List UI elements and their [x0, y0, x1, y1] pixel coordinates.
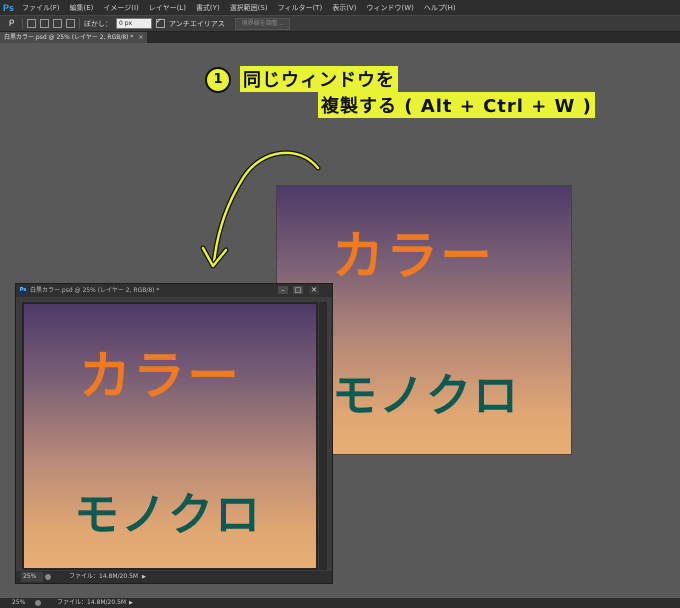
annotation-arrow-head: [200, 245, 229, 269]
close-icon[interactable]: ×: [138, 34, 143, 41]
status-icon[interactable]: [35, 600, 41, 606]
refine-edge-button[interactable]: 境界線を調整...: [234, 17, 291, 30]
menu-layer[interactable]: レイヤー(L): [144, 3, 191, 13]
options-bar: ᑭ ぼかし： 0 px アンチエイリアス 境界線を調整...: [0, 15, 680, 32]
photoshop-doc-icon: Ps: [19, 287, 27, 294]
annotation-line-1: 同じウィンドウを: [240, 66, 398, 92]
floating-document-window[interactable]: Ps 白黒カラー.psd @ 25% (レイヤー 2, RGB/8) * – □…: [15, 283, 333, 584]
file-size-info: ファイル：14.8M/20.5M: [57, 599, 127, 606]
zoom-level-field[interactable]: 25%: [21, 572, 43, 582]
minimize-button[interactable]: –: [278, 286, 288, 294]
feather-input[interactable]: 0 px: [116, 18, 152, 29]
status-menu-arrow-icon[interactable]: ▶: [142, 571, 146, 583]
close-button[interactable]: ✕: [309, 286, 319, 294]
annotation-line-2: 複製する ( Alt + Ctrl + W ): [318, 92, 595, 118]
antialias-label: アンチエイリアス: [169, 19, 225, 28]
photoshop-logo: Ps: [2, 2, 14, 13]
canvas-mono-text: モノクロ: [332, 369, 521, 422]
antialias-checkbox[interactable]: [156, 17, 165, 28]
menu-window[interactable]: ウィンドウ(W): [361, 3, 418, 13]
menu-view[interactable]: 表示(V): [327, 3, 361, 13]
floating-window-scrollbar[interactable]: [319, 302, 327, 570]
add-to-selection-icon[interactable]: [40, 19, 49, 28]
canvas-mono-text: モノクロ: [74, 488, 263, 541]
feather-label: ぼかし：: [84, 19, 112, 28]
canvas-color-text: カラー: [332, 227, 495, 287]
menu-help[interactable]: ヘルプ(H): [419, 3, 461, 13]
floating-canvas[interactable]: カラー モノクロ: [24, 304, 316, 568]
zoom-level[interactable]: 25%: [12, 598, 25, 608]
annotation-step-number: 1: [205, 67, 231, 93]
divider: [79, 18, 80, 29]
menu-file[interactable]: ファイル(F): [17, 3, 65, 13]
document-tab[interactable]: 白黒カラー.psd @ 25% (レイヤー 2, RGB/8) * ×: [0, 32, 148, 43]
menu-select[interactable]: 選択範囲(S): [225, 3, 273, 13]
subtract-from-selection-icon[interactable]: [53, 19, 62, 28]
canvas-color-text: カラー: [79, 347, 242, 407]
floating-canvas-frame: カラー モノクロ: [22, 302, 318, 570]
floating-window-title: 白黒カラー.psd @ 25% (レイヤー 2, RGB/8) *: [30, 287, 160, 294]
menu-bar: Ps ファイル(F) 編集(E) イメージ(I) レイヤー(L) 書式(Y) 選…: [0, 0, 680, 15]
status-menu-arrow-icon[interactable]: ▶: [129, 598, 133, 608]
new-selection-icon[interactable]: [27, 19, 36, 28]
lasso-icon[interactable]: ᑭ: [5, 18, 18, 29]
maximize-button[interactable]: □: [293, 286, 303, 294]
document-tab-label: 白黒カラー.psd @ 25% (レイヤー 2, RGB/8) *: [4, 34, 134, 41]
menu-image[interactable]: イメージ(I): [98, 3, 143, 13]
menu-type[interactable]: 書式(Y): [191, 3, 225, 13]
status-bar: 25% ファイル：14.8M/20.5M ▶: [0, 598, 680, 608]
intersect-selection-icon[interactable]: [66, 19, 75, 28]
status-icon[interactable]: [45, 574, 51, 580]
file-size-info: ファイル：14.8M/20.5M: [69, 573, 139, 580]
document-tab-bar: 白黒カラー.psd @ 25% (レイヤー 2, RGB/8) * ×: [0, 32, 680, 43]
divider: [22, 18, 23, 29]
floating-window-titlebar[interactable]: Ps 白黒カラー.psd @ 25% (レイヤー 2, RGB/8) * – □…: [16, 284, 332, 297]
menu-filter[interactable]: フィルター(T): [273, 3, 328, 13]
menu-edit[interactable]: 編集(E): [65, 3, 99, 13]
floating-window-statusbar: 25% ファイル：14.8M/20.5M ▶: [16, 571, 332, 583]
